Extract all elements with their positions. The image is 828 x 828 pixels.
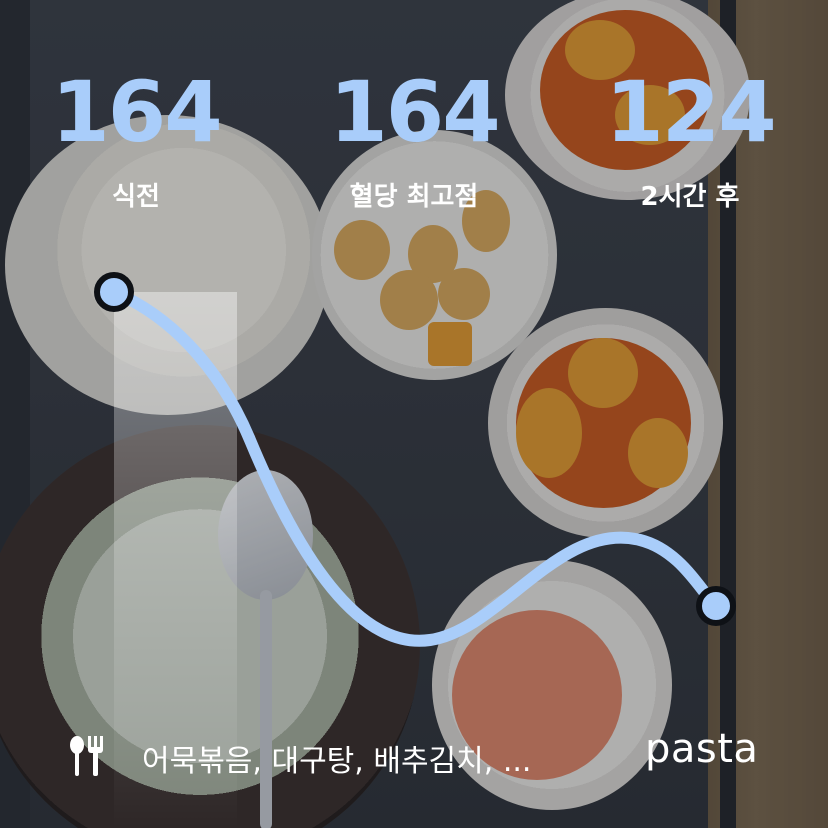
brand-logo: pasta xyxy=(645,726,759,772)
food-list: 어묵볶음, 대구탕, 배추김치, ... xyxy=(142,744,532,779)
end-point xyxy=(696,586,736,626)
glucose-share-card: 164 식전 164 혈당 최고점 124 2시간 후 어묵볶음, 대구탕, 배… xyxy=(0,0,828,828)
glucose-curve-chart xyxy=(94,272,736,828)
start-point xyxy=(94,272,134,312)
fork-knife-icon xyxy=(70,736,103,776)
footer: 어묵볶음, 대구탕, 배추김치, ... pasta xyxy=(0,726,828,779)
